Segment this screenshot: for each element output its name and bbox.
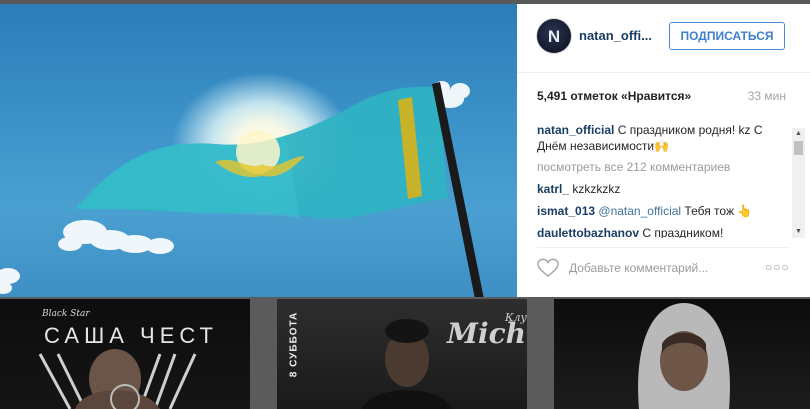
list-item: ismat_013 @natan_official Тебя тож 👆 (537, 203, 792, 219)
thumbnail-1[interactable]: Black Star САША ЧЕСТ (0, 299, 250, 409)
list-item: katrl_ kzkzkzkz (537, 181, 792, 197)
comments-scrollbar[interactable]: ▲ ▼ (792, 128, 805, 238)
caption: natan_official С праздником родня! kz С … (537, 122, 792, 154)
comments-list: natan_official С праздником родня! kz С … (537, 122, 792, 238)
thumbnail-1-title: САША ЧЕСТ (44, 323, 218, 348)
post-photo[interactable] (0, 4, 517, 297)
post-header: N natan_offi... ПОДПИСАТЬСЯ (517, 4, 810, 73)
more-options-icon[interactable]: ○○○ (765, 260, 790, 274)
divider (537, 247, 790, 248)
scroll-up-icon[interactable]: ▲ (792, 128, 805, 140)
comment-username[interactable]: natan_official (537, 123, 614, 137)
comment-text: kzkzkzkz (572, 182, 621, 196)
post-username[interactable]: natan_offi... (579, 28, 652, 43)
comment-text: С праздником! (642, 226, 724, 238)
thumbnail-1-art (38, 349, 197, 409)
add-comment-input[interactable]: Добавьте комментарий... (569, 261, 708, 275)
post-time[interactable]: 33 мин (748, 89, 786, 103)
scroll-down-icon[interactable]: ▼ (792, 226, 805, 238)
thumbnail-grid: Black Star САША ЧЕСТ 8 СУББОТА Клуб Mich (0, 297, 810, 409)
thumbnail-2[interactable]: 8 СУББОТА Клуб Mich (277, 299, 527, 409)
comment-username[interactable]: ismat_013 (537, 204, 595, 218)
list-item: daulettobazhanov С праздником! (537, 225, 792, 238)
comment-username[interactable]: daulettobazhanov (537, 226, 639, 238)
thumbnail-2-art (362, 319, 452, 409)
flag-illustration (0, 81, 484, 297)
comment-mention[interactable]: @natan_official (598, 204, 681, 218)
comment-username[interactable]: katrl_ (537, 182, 569, 196)
heart-icon[interactable] (537, 258, 559, 278)
post-panel: N natan_offi... ПОДПИСАТЬСЯ 5,491 отмето… (517, 4, 810, 297)
comment-text: Тебя тож 👆 (684, 204, 753, 218)
scrollbar-thumb[interactable] (794, 141, 803, 155)
thumbnail-3[interactable] (554, 299, 810, 409)
thumbnail-1-script: Black Star (42, 309, 90, 319)
avatar[interactable]: N (536, 18, 572, 54)
follow-button[interactable]: ПОДПИСАТЬСЯ (669, 22, 785, 50)
thumbnail-3-art (638, 303, 730, 409)
thumbnail-2-word: Mich (447, 317, 527, 350)
view-all-comments-link[interactable]: посмотреть все 212 комментариев (537, 160, 792, 174)
thumbnail-2-date: 8 СУББОТА (288, 311, 300, 378)
